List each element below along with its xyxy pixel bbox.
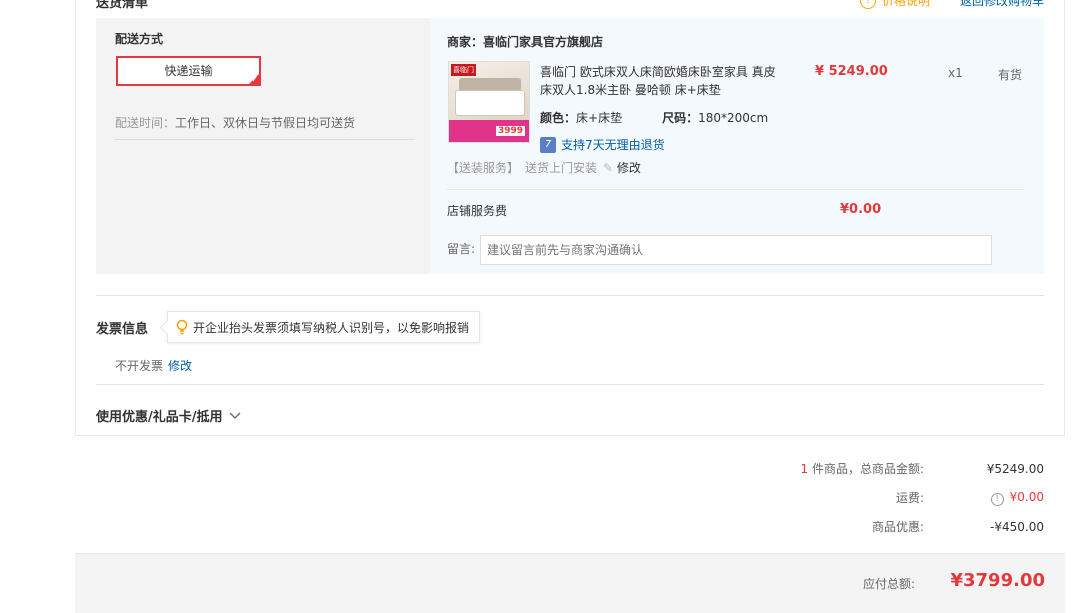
service-fee-label: 店铺服务费 [447, 204, 508, 218]
spec-size-label: 尺码： [662, 111, 699, 125]
price-notice-link[interactable]: ! 价格说明 [859, 0, 930, 9]
summary-shipping-value-wrap: ! ¥0.00 [924, 490, 1044, 506]
product-image-price: 3999 [495, 126, 525, 136]
warning-icon: ! [859, 0, 876, 9]
pencil-icon: ✎ [603, 161, 614, 175]
payable-label: 应付总额: [862, 577, 915, 591]
bed-shape [455, 90, 525, 116]
product-quantity: x1 [948, 66, 963, 80]
stock-status: 有货 [998, 68, 1023, 82]
summary-goods-label: 1 件商品，总商品金额: [724, 460, 924, 477]
return-policy-link[interactable]: 7 支持7天无理由退货 [540, 136, 665, 153]
divider [96, 295, 1044, 296]
install-service: 【送装服务】 送货上门安装 ✎ 修改 [447, 159, 641, 176]
coupon-toggle[interactable]: 使用优惠/礼品卡/抵用 [96, 406, 241, 425]
merchant-name: 商家：喜临门家具官方旗舰店 [447, 33, 603, 50]
summary-count-label: 件商品，总商品金额: [811, 462, 924, 476]
shop-panel: 商家：喜临门家具官方旗舰店 喜临门 3999 喜临门 欧式床双人床简欧婚床卧室家… [430, 18, 1044, 274]
merchant-label: 商家： [447, 35, 484, 49]
invoice-status: 不开发票 修改 [115, 357, 192, 374]
payable-bar: 应付总额: ¥3799.00 [75, 553, 1065, 613]
summary-item-count: 1 [800, 462, 809, 476]
payable-value: ¥3799.00 [950, 570, 1045, 591]
spec-color-value: 床+床垫 [576, 111, 623, 125]
product-spec: 颜色：床+床垫 尺码：180*200cm [540, 109, 768, 126]
divider [96, 384, 1044, 385]
seven-day-return-icon: 7 [540, 136, 556, 153]
delivery-time: 配送时间：工作日、双休日与节假日均可送货 [115, 114, 415, 140]
summary-shipping-label: 运费: [895, 491, 924, 505]
invoice-tooltip: 开企业抬头发票须填写纳税人识别号，以免影响报销 [167, 311, 481, 343]
spec-size: 尺码：180*200cm [662, 109, 768, 126]
invoice-title: 发票信息 [96, 322, 149, 337]
delivery-time-value: 工作日、双休日与节假日均可送货 [175, 116, 356, 130]
merchant-value: 喜临门家具官方旗舰店 [483, 35, 604, 49]
product-image-brand: 喜临门 [451, 64, 476, 76]
install-edit-button[interactable]: ✎ 修改 [603, 159, 641, 176]
back-to-cart-link[interactable]: 返回修改购物车 [960, 0, 1044, 9]
summary-shipping-row: 运费: ! ¥0.00 [724, 489, 1044, 506]
divider [447, 189, 1024, 190]
summary-discount-label: 商品优惠: [871, 520, 924, 534]
summary-shipping-value: ¥0.00 [1009, 489, 1044, 504]
install-tag: 【送装服务】 [447, 161, 520, 175]
note-label: 留言: [447, 242, 476, 256]
header-actions: ! 价格说明 返回修改购物车 [859, 0, 1044, 9]
invoice-tip-text: 开企业抬头发票须填写纳税人识别号，以免影响报销 [193, 320, 470, 335]
lightbulb-icon [176, 319, 188, 335]
delivery-time-label: 配送时间： [115, 116, 176, 130]
summary-goods-row: 1 件商品，总商品金额: ¥5249.00 [724, 460, 1044, 477]
product-title-link[interactable]: 喜临门 欧式床双人床简欧婚床卧室家具 真皮床双人1.8米主卧 曼哈顿 床+床垫 [540, 63, 780, 99]
summary-goods-total: ¥5249.00 [986, 461, 1044, 476]
spec-size-value: 180*200cm [698, 111, 769, 125]
info-icon[interactable]: ! [990, 492, 1004, 506]
install-text: 送货上门安装 [525, 161, 598, 175]
chevron-down-icon [229, 412, 240, 419]
spec-color-label: 颜色： [540, 111, 577, 125]
note-input[interactable] [480, 235, 992, 265]
shipping-panel: 配送方式 快递运输 ✓ 配送时间：工作日、双休日与节假日均可送货 [96, 18, 430, 274]
section-title: 送货清单 [96, 0, 149, 11]
service-fee-value: ¥0.00 [840, 202, 882, 217]
summary-discount-row: 商品优惠: -¥450.00 [724, 518, 1044, 535]
product-image[interactable]: 喜临门 3999 [448, 61, 530, 143]
install-edit-label: 修改 [616, 161, 641, 175]
price-notice-label: 价格说明 [881, 0, 930, 8]
spec-color: 颜色：床+床垫 [540, 109, 622, 126]
invoice-edit-link[interactable]: 修改 [168, 357, 192, 374]
coupon-title-label: 使用优惠/礼品卡/抵用 [96, 410, 223, 425]
shipping-method-label: 快递运输 [164, 64, 213, 78]
invoice-status-text: 不开发票 [115, 359, 164, 373]
shipping-method-button[interactable]: 快递运输 ✓ [116, 56, 261, 86]
shipping-title: 配送方式 [115, 32, 164, 46]
check-icon: ✓ [251, 75, 258, 84]
product-price: ¥ 5249.00 [815, 64, 888, 79]
summary-discount-value: -¥450.00 [990, 519, 1044, 534]
return-policy-text: 支持7天无理由退货 [561, 138, 665, 152]
